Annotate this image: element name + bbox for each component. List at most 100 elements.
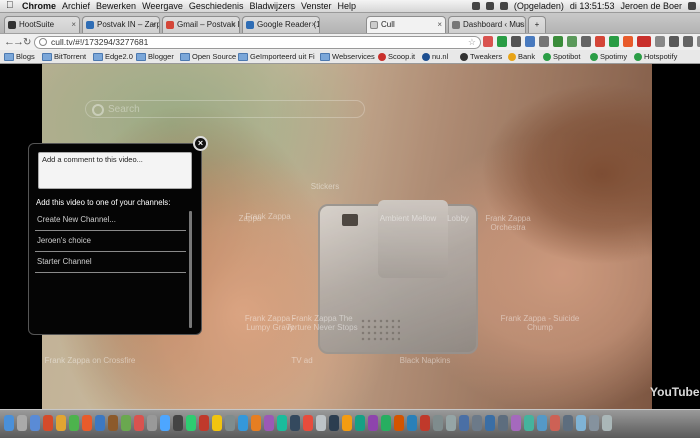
- close-tab-icon[interactable]: ×: [151, 17, 156, 33]
- comment-input[interactable]: Add a comment to this video...: [38, 152, 192, 189]
- bookmark-webservices[interactable]: Webservices: [320, 50, 375, 63]
- ghost-channel-label[interactable]: Lobby: [438, 214, 478, 223]
- ghost-channel-label[interactable]: Ambient Mellow: [378, 214, 438, 223]
- documents-stack-icon[interactable]: [589, 415, 599, 431]
- address-bar[interactable]: cull.tv/#!/173294/3277681 ☆: [34, 36, 481, 49]
- spotlight-icon[interactable]: [688, 2, 696, 10]
- dock-app-icon[interactable]: [173, 415, 183, 431]
- bookmark-blogs[interactable]: Blogs: [4, 50, 35, 63]
- extension-icon[interactable]: [683, 36, 693, 47]
- ghost-channel-label[interactable]: Stickers: [300, 182, 350, 191]
- channel-item-starter-channel[interactable]: Starter Channel: [35, 252, 186, 273]
- bookmark-scoopit[interactable]: Scoop.it: [378, 50, 415, 63]
- dock-app-icon[interactable]: [342, 415, 352, 431]
- dock-app-icon[interactable]: [459, 415, 469, 431]
- user-name[interactable]: Jeroen de Boer: [620, 0, 682, 12]
- close-panel-button[interactable]: ×: [193, 136, 208, 151]
- bookmark-geimporteerd[interactable]: Geïmporteerd uit Fi: [238, 50, 315, 63]
- downloads-stack-icon[interactable]: [576, 415, 586, 431]
- extension-icon[interactable]: [525, 36, 535, 47]
- menu-archief[interactable]: Archief: [62, 0, 96, 12]
- close-tab-icon[interactable]: ×: [231, 17, 236, 33]
- ghost-channel-label[interactable]: Frank Zappa - Suicide Chump: [500, 314, 580, 332]
- bookmark-blogger[interactable]: Blogger: [136, 50, 174, 63]
- ghost-channel-label[interactable]: Frank Zappa on Crossfire: [40, 356, 140, 365]
- menu-geschiedenis[interactable]: Geschiedenis: [189, 0, 250, 12]
- youtube-logo[interactable]: YouTube: [650, 385, 700, 399]
- bookmark-spotimy[interactable]: Spotimy: [590, 50, 627, 63]
- dock-app-icon[interactable]: [147, 415, 157, 431]
- menu-bewerken[interactable]: Bewerken: [96, 0, 142, 12]
- tab-postvak[interactable]: Postvak IN – Zarpk ×: [82, 16, 160, 33]
- bookmark-open-source[interactable]: Open Source: [180, 50, 236, 63]
- ghost-channel-label[interactable]: Frank Zappa - Lumpy Gravy: [240, 314, 300, 332]
- dock-app-icon[interactable]: [563, 415, 573, 431]
- dock-app-icon[interactable]: [407, 415, 417, 431]
- bookmark-bank[interactable]: Bank: [508, 50, 535, 63]
- trash-icon[interactable]: [602, 415, 612, 431]
- firefox-icon[interactable]: [82, 415, 92, 431]
- extension-icon[interactable]: [539, 36, 549, 47]
- extension-icon[interactable]: [581, 36, 591, 47]
- gmail-extension-icon[interactable]: [595, 36, 605, 47]
- channel-list-scrollbar[interactable]: [189, 211, 192, 328]
- close-tab-icon[interactable]: ×: [517, 17, 522, 33]
- battery-status[interactable]: (Opgeladen): [514, 0, 564, 12]
- menu-bladwijzers[interactable]: Bladwijzers: [249, 0, 301, 12]
- tab-dashboard[interactable]: Dashboard ‹ Music ×: [448, 16, 526, 33]
- dock-app-icon[interactable]: [368, 415, 378, 431]
- bookmark-tweakers[interactable]: Tweakers: [460, 50, 502, 63]
- dock-app-icon[interactable]: [134, 415, 144, 431]
- dock-app-icon[interactable]: [108, 415, 118, 431]
- bookmark-hotspotify[interactable]: Hotspotify: [634, 50, 677, 63]
- dock-app-icon[interactable]: [394, 415, 404, 431]
- create-new-channel-item[interactable]: Create New Channel...: [35, 210, 186, 231]
- extension-icon[interactable]: [655, 36, 665, 47]
- ghost-channel-label[interactable]: Black Napkins: [395, 356, 455, 365]
- new-tab-button[interactable]: +: [528, 16, 546, 33]
- dock-app-icon[interactable]: [95, 415, 105, 431]
- wifi-icon[interactable]: [485, 2, 494, 10]
- extension-icon[interactable]: [609, 36, 619, 47]
- ghost-channel-label[interactable]: Frank Zappa: [238, 212, 298, 221]
- dock-app-icon[interactable]: [420, 415, 430, 431]
- dock-app-icon[interactable]: [225, 415, 235, 431]
- apple-menu-icon[interactable]: : [6, 0, 14, 12]
- dock-app-icon[interactable]: [329, 415, 339, 431]
- bookmark-spotibot[interactable]: Spotibot: [543, 50, 581, 63]
- tab-google-reader[interactable]: Google Reader (10 ×: [242, 16, 320, 33]
- dock-app-icon[interactable]: [43, 415, 53, 431]
- badge-extension-icon[interactable]: [637, 36, 651, 47]
- volume-icon[interactable]: [499, 2, 508, 10]
- dock-app-icon[interactable]: [511, 415, 521, 431]
- bookmark-bittorrent[interactable]: BitTorrent: [42, 50, 86, 63]
- dock-app-icon[interactable]: [264, 415, 274, 431]
- dock-app-icon[interactable]: [485, 415, 495, 431]
- close-tab-icon[interactable]: ×: [311, 17, 316, 33]
- dock-app-icon[interactable]: [277, 415, 287, 431]
- dock-app-icon[interactable]: [251, 415, 261, 431]
- spotify-icon[interactable]: [186, 415, 196, 431]
- extension-icon[interactable]: [623, 36, 633, 47]
- dock-app-icon[interactable]: [212, 415, 222, 431]
- bookmark-star-icon[interactable]: ☆: [468, 37, 476, 48]
- tab-hootsuite[interactable]: HootSuite ×: [4, 16, 80, 33]
- dock-app-icon[interactable]: [498, 415, 508, 431]
- dock-app-icon[interactable]: [121, 415, 131, 431]
- ghost-channel-label[interactable]: Frank Zappa Orchestra: [478, 214, 538, 232]
- dock-app-icon[interactable]: [160, 415, 170, 431]
- dock-app-icon[interactable]: [524, 415, 534, 431]
- tab-gmail[interactable]: Gmail – Postvak IN ×: [162, 16, 240, 33]
- dock-app-icon[interactable]: [303, 415, 313, 431]
- dock-app-icon[interactable]: [69, 415, 79, 431]
- status-icon[interactable]: [471, 2, 480, 10]
- dock-app-icon[interactable]: [433, 415, 443, 431]
- safari-icon[interactable]: [30, 415, 40, 431]
- menu-weergave[interactable]: Weergave: [142, 0, 189, 12]
- dock-app-icon[interactable]: [446, 415, 456, 431]
- dock-app-icon[interactable]: [550, 415, 560, 431]
- extension-icon[interactable]: [483, 36, 493, 47]
- menu-venster[interactable]: Venster: [301, 0, 338, 12]
- dock-app-icon[interactable]: [381, 415, 391, 431]
- close-tab-icon[interactable]: ×: [71, 17, 76, 33]
